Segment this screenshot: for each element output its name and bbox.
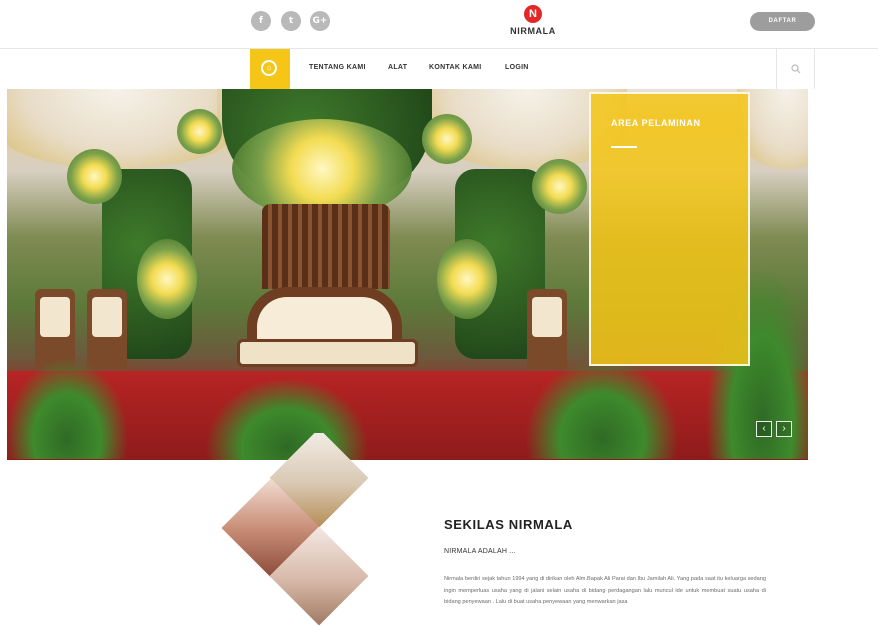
twitter-icon[interactable]: t [281, 11, 301, 31]
flower-arrangement-left [67, 149, 122, 204]
register-button[interactable]: DAFTAR [750, 12, 815, 31]
carved-headboard [262, 204, 390, 289]
about-photo-collage [218, 433, 373, 626]
chair-pad-left-2 [92, 297, 122, 337]
flower-arrangement-upper-right [422, 114, 472, 164]
about-subtitle: NIRMALA ADALAH ... [444, 548, 516, 555]
sofa-cushion [257, 297, 392, 342]
plant-right [527, 359, 677, 459]
sofa-seat [237, 339, 418, 367]
slider-prev-arrow[interactable]: ‹ [756, 421, 772, 437]
flower-stand-right [437, 239, 497, 319]
flower-arrangement-upper-left [177, 109, 222, 154]
logo-text: NIRMALA [510, 26, 556, 36]
main-nav: ⌂ TENTANG KAMI ALAT KONTAK KAMI LOGIN [0, 49, 878, 89]
hero-caption-box: AREA PELAMINAN [589, 92, 750, 366]
nav-item-alat[interactable]: ALAT [388, 64, 407, 71]
chair-pad-left-1 [40, 297, 70, 337]
facebook-icon[interactable]: f [251, 11, 271, 31]
home-button[interactable]: ⌂ [250, 49, 290, 89]
nav-item-tentang-kami[interactable]: TENTANG KAMI [309, 64, 366, 71]
logo-mark-icon: N [524, 5, 542, 23]
google-plus-icon[interactable]: G+ [310, 11, 330, 31]
hero-slider[interactable]: AREA PELAMINAN ‹ › [7, 89, 808, 460]
plant-left [7, 359, 127, 459]
hero-caption-title: AREA PELAMINAN [611, 118, 701, 128]
flower-stand-left [137, 239, 197, 319]
search-icon [791, 64, 801, 74]
top-bar: f t G+ N NIRMALA DAFTAR [0, 0, 878, 49]
chair-pad-right-1 [532, 297, 562, 337]
hero-caption-divider [611, 146, 637, 148]
about-body-text: Nirmala berdiri sejak tahun 1994 yang di… [444, 576, 766, 606]
red-carpet [7, 371, 808, 460]
search-button[interactable] [776, 49, 815, 89]
flower-arrangement-right [532, 159, 587, 214]
home-icon: ⌂ [261, 60, 277, 76]
brand-logo[interactable]: N NIRMALA [503, 5, 563, 43]
nav-item-login[interactable]: LOGIN [505, 64, 529, 71]
nav-item-kontak-kami[interactable]: KONTAK KAMI [429, 64, 482, 71]
slider-next-arrow[interactable]: › [776, 421, 792, 437]
about-title: SEKILAS NIRMALA [444, 517, 573, 532]
